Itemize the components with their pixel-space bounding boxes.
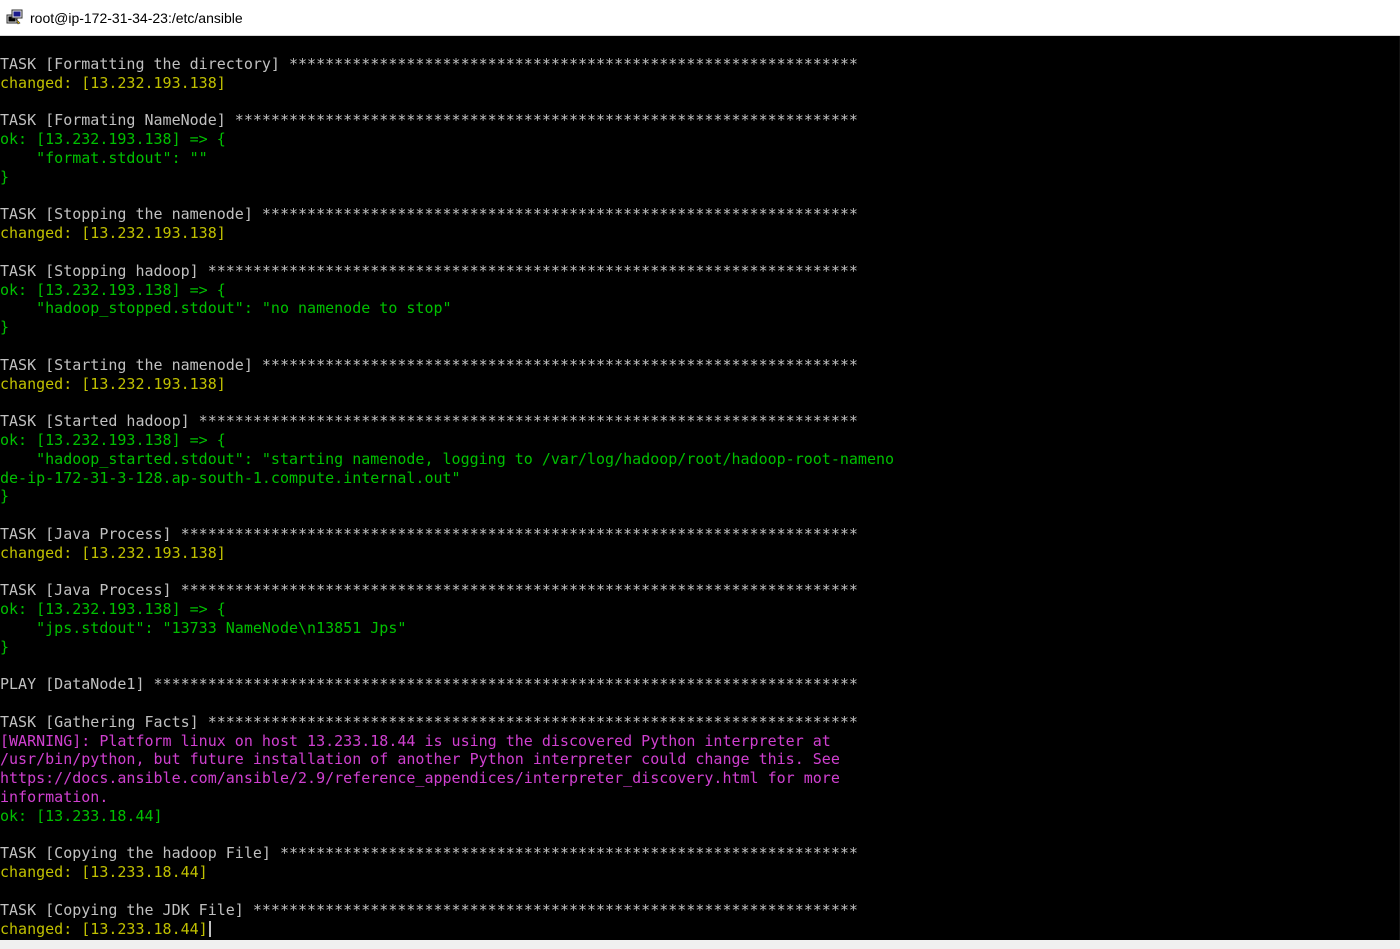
terminal-line: [WARNING]: Platform linux on host 13.233… (0, 731, 831, 750)
terminal-line: changed: [13.232.193.138] (0, 73, 226, 92)
terminal-line: changed: [13.232.193.138] (0, 224, 226, 243)
terminal-output[interactable]: TASK [Formatting the directory] ********… (0, 36, 1400, 940)
terminal-line: changed: [13.233.18.44] (0, 863, 208, 882)
terminal-lines: TASK [Formatting the directory] ********… (0, 55, 894, 938)
terminal-line: changed: [13.233.18.44] (0, 920, 894, 939)
terminal-line: } (0, 487, 10, 506)
terminal-line: TASK [Stopping the namenode] ***********… (0, 205, 858, 224)
terminal-line: TASK [Gathering Facts] *****************… (0, 712, 858, 731)
terminal-line: "hadoop_stopped.stdout": "no namenode to… (0, 299, 452, 318)
terminal-line: } (0, 637, 10, 656)
terminal-cursor (208, 920, 211, 937)
terminal-line: } (0, 318, 10, 337)
terminal-line: ok: [13.232.193.138] => { (0, 430, 226, 449)
terminal-line: "hadoop_started.stdout": "starting namen… (0, 449, 895, 468)
terminal-line: PLAY [DataNode1] ***********************… (0, 675, 858, 694)
terminal-line: TASK [Formatting the directory] ********… (0, 55, 858, 73)
putty-terminal-icon (6, 9, 23, 24)
terminal-line: changed: [13.232.193.138] (0, 374, 226, 393)
terminal-line: "jps.stdout": "13733 NameNode\n13851 Jps… (0, 618, 407, 637)
terminal-line: TASK [Started hadoop] ******************… (0, 412, 858, 431)
terminal-line: ok: [13.232.193.138] => { (0, 280, 226, 299)
terminal-line: TASK [Java Process] ********************… (0, 524, 858, 543)
terminal-line: https://docs.ansible.com/ansible/2.9/ref… (0, 769, 840, 788)
terminal-line: ok: [13.232.193.138] => { (0, 600, 226, 619)
window-title: root@ip-172-31-34-23:/etc/ansible (30, 9, 243, 26)
terminal-line: TASK [Formating NameNode] **************… (0, 111, 858, 130)
terminal-line: TASK [Copying the JDK File] ************… (0, 900, 858, 919)
terminal-line: } (0, 167, 10, 186)
terminal-line: de-ip-172-31-3-128.ap-south-1.compute.in… (0, 468, 461, 487)
terminal-line: ok: [13.232.193.138] => { (0, 130, 226, 149)
window-bottom-edge (0, 940, 1400, 949)
terminal-line: ok: [13.233.18.44] (0, 806, 163, 825)
window-titlebar[interactable]: root@ip-172-31-34-23:/etc/ansible (0, 0, 1400, 36)
terminal-line: "format.stdout": "" (0, 148, 208, 167)
terminal-line: /usr/bin/python, but future installation… (0, 750, 840, 769)
terminal-line: TASK [Stopping hadoop] *****************… (0, 261, 858, 280)
terminal-line: TASK [Starting the namenode] ***********… (0, 355, 858, 374)
terminal-line: TASK [Java Process] ********************… (0, 581, 858, 600)
terminal-line: TASK [Copying the hadoop File] *********… (0, 844, 858, 863)
terminal-line: changed: [13.232.193.138] (0, 543, 226, 562)
terminal-line: information. (0, 788, 109, 807)
